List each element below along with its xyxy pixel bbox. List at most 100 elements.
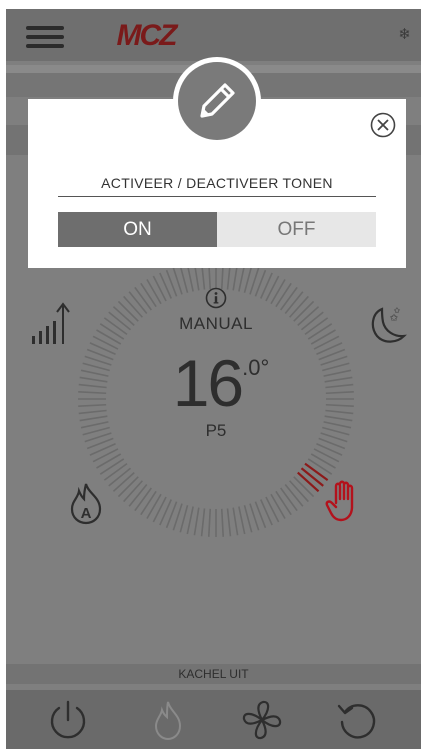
top-bar: MCZ ❄ bbox=[6, 9, 421, 61]
temperature-display: 16.0° bbox=[156, 345, 286, 421]
auto-flame-icon[interactable]: A bbox=[66, 481, 106, 525]
dial-tick bbox=[325, 383, 354, 389]
dial-tick bbox=[270, 279, 286, 305]
pencil-icon bbox=[200, 83, 235, 118]
dial-tick bbox=[325, 409, 354, 415]
mode-label: MANUAL bbox=[179, 314, 253, 333]
svg-text:A: A bbox=[81, 505, 92, 522]
dial-tick bbox=[82, 362, 110, 372]
dial-tick bbox=[265, 496, 280, 523]
info-icon[interactable] bbox=[205, 287, 227, 309]
dial-tick bbox=[80, 369, 109, 377]
temperature-value: 16 bbox=[172, 346, 244, 420]
dial-tick bbox=[179, 505, 189, 533]
dial-tick bbox=[108, 467, 132, 487]
dial-tick bbox=[300, 311, 324, 331]
dial-tick bbox=[117, 476, 139, 498]
dial-tick bbox=[207, 508, 212, 537]
power-level-icon[interactable] bbox=[30, 300, 70, 346]
close-icon[interactable] bbox=[370, 112, 396, 138]
power-level-label: P5 bbox=[205, 421, 227, 440]
dial-tick bbox=[108, 311, 132, 331]
dial-tick bbox=[79, 415, 108, 422]
manual-hand-icon[interactable] bbox=[324, 477, 364, 523]
hamburger-menu-icon[interactable] bbox=[26, 26, 64, 48]
edit-badge-circle bbox=[178, 62, 256, 140]
dial-tick bbox=[310, 329, 336, 345]
dial-tick bbox=[82, 426, 110, 436]
dial-tick bbox=[146, 493, 162, 519]
dial-tick bbox=[323, 421, 352, 429]
toggle-off-button[interactable]: OFF bbox=[217, 212, 376, 247]
toggle-on-button[interactable]: ON bbox=[58, 212, 217, 247]
dial-tick bbox=[310, 453, 336, 469]
dial-tick bbox=[323, 369, 352, 377]
temperature-decimal: .0° bbox=[242, 355, 270, 380]
dial-tick bbox=[80, 421, 109, 429]
dial-tick bbox=[297, 471, 320, 493]
dial-tick bbox=[307, 323, 333, 340]
dial-tick bbox=[186, 506, 194, 535]
bottom-nav bbox=[6, 690, 421, 749]
power-icon[interactable] bbox=[46, 698, 90, 742]
dial-tick bbox=[280, 487, 298, 512]
dial-tick bbox=[232, 507, 239, 536]
dial-tick bbox=[193, 507, 200, 536]
dial-tick bbox=[275, 490, 292, 516]
modal-title: ACTIVEER / DEACTIVEER TONEN bbox=[101, 175, 333, 191]
dial-tick bbox=[300, 467, 324, 487]
dial-tick bbox=[146, 279, 162, 305]
dial-tick bbox=[293, 300, 315, 322]
fan-icon[interactable] bbox=[240, 698, 284, 742]
dial-tick bbox=[322, 362, 350, 372]
dial-tick bbox=[243, 265, 253, 293]
dial-tick bbox=[324, 415, 353, 422]
dial-tick bbox=[275, 282, 292, 308]
dial-tick bbox=[112, 472, 135, 492]
dial-tick bbox=[99, 323, 125, 340]
dial-tick bbox=[284, 483, 304, 507]
edit-badge bbox=[173, 57, 261, 145]
dial-tick bbox=[325, 390, 354, 395]
dial-tick bbox=[270, 493, 286, 519]
dial-tick bbox=[220, 508, 225, 537]
dial-tick bbox=[134, 487, 152, 512]
dial-tick bbox=[238, 506, 246, 535]
dial-tick bbox=[289, 295, 309, 318]
dial-tick bbox=[284, 291, 304, 315]
flame-icon[interactable] bbox=[146, 698, 190, 742]
reset-icon[interactable] bbox=[336, 698, 380, 742]
dial-tick bbox=[238, 263, 246, 292]
modal-divider bbox=[58, 196, 376, 197]
dial-tick bbox=[186, 263, 194, 292]
svg-text:✩: ✩ bbox=[394, 306, 401, 315]
dial-tick bbox=[304, 317, 329, 335]
dial-tick bbox=[78, 409, 107, 415]
dial-tick bbox=[117, 300, 139, 322]
dial-tick bbox=[313, 335, 340, 350]
dial-tick bbox=[152, 275, 167, 302]
dial-tick bbox=[289, 480, 309, 503]
dial-tick bbox=[324, 376, 353, 383]
dial-tick bbox=[307, 458, 333, 475]
logo-text: MCZ bbox=[117, 19, 180, 52]
dial-tick bbox=[200, 508, 206, 537]
dial-tick bbox=[103, 317, 128, 335]
dial-tick bbox=[325, 403, 354, 408]
night-mode-icon[interactable]: ✩ ✩ bbox=[364, 303, 408, 347]
dial-tick bbox=[99, 458, 125, 475]
dial-tick bbox=[92, 335, 119, 350]
dial-tick bbox=[134, 286, 152, 311]
dial-tick bbox=[96, 453, 122, 469]
status-bar: KACHEL UIT bbox=[6, 664, 421, 684]
dial-tick bbox=[140, 282, 157, 308]
dial-tick bbox=[92, 448, 119, 463]
tones-toggle[interactable]: ON OFF bbox=[58, 212, 376, 247]
snowflake-icon: ❄ bbox=[398, 25, 411, 43]
dial-tick bbox=[78, 383, 107, 389]
mcz-logo: MCZ bbox=[117, 19, 182, 52]
dial-tick bbox=[140, 490, 157, 516]
dial-tick bbox=[152, 496, 167, 523]
dial-tick bbox=[112, 306, 135, 326]
dial-tick bbox=[265, 275, 280, 302]
